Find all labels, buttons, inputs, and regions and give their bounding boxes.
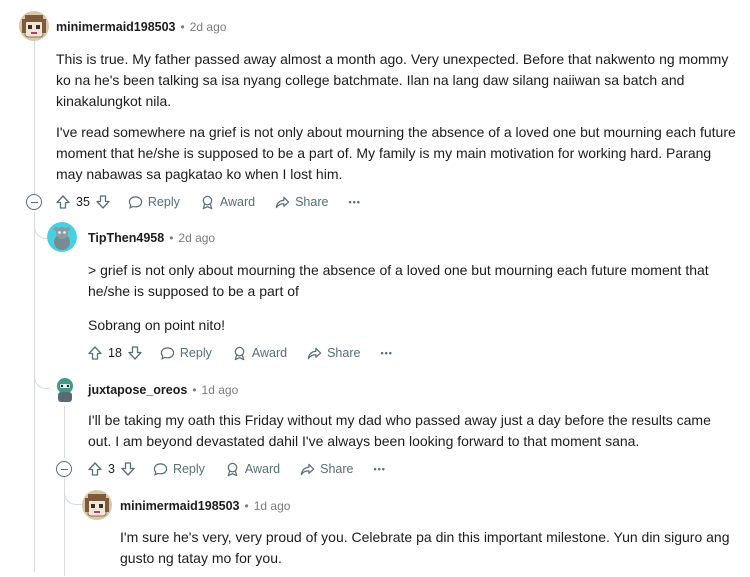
collapse-button[interactable]	[26, 194, 42, 210]
reply-icon	[128, 195, 143, 210]
more-options-button[interactable]: •••	[374, 464, 386, 474]
upvote-icon[interactable]	[88, 462, 102, 476]
username[interactable]: minimermaid198503	[56, 20, 176, 34]
avatar[interactable]	[47, 222, 77, 252]
share-icon	[300, 462, 315, 477]
reply-icon	[153, 462, 168, 477]
comment-body: I'll be taking my oath this Friday witho…	[88, 410, 738, 452]
separator-dot: •	[244, 499, 249, 513]
comment-paragraph: > grief is not only about mourning the a…	[88, 262, 709, 299]
award-icon	[232, 346, 247, 361]
timestamp[interactable]: 1d ago	[254, 499, 291, 513]
username[interactable]: TipThen4958	[88, 231, 164, 245]
reply-label: Reply	[179, 346, 212, 360]
comment-paragraph: This is true. My father passed away almo…	[56, 51, 729, 109]
more-icon: •••	[380, 348, 393, 358]
more-icon: •••	[373, 464, 386, 474]
comment-paragraph: I've read somewhere na grief is not only…	[56, 124, 736, 182]
vote-controls: 3	[88, 462, 135, 476]
award-label: Award	[251, 346, 288, 360]
award-label: Award	[219, 195, 256, 209]
reply-label: Reply	[172, 462, 205, 476]
upvote-icon[interactable]	[88, 346, 102, 360]
more-options-button[interactable]: •••	[380, 348, 392, 358]
share-label: Share	[327, 346, 361, 360]
reply-label: Reply	[147, 195, 180, 209]
avatar[interactable]	[19, 11, 49, 41]
more-icon: •••	[348, 197, 361, 207]
share-button[interactable]: Share	[300, 462, 354, 477]
award-icon	[200, 195, 215, 210]
award-button[interactable]: Award	[232, 346, 287, 361]
comment-body: > grief is not only about mourning the a…	[88, 260, 733, 336]
collapse-button[interactable]	[56, 461, 72, 477]
comment-actions: 35 Reply Award Share •••	[56, 191, 381, 213]
timestamp[interactable]: 1d ago	[202, 383, 239, 397]
reply-button[interactable]: Reply	[160, 346, 212, 361]
share-icon	[307, 346, 322, 361]
vote-controls: 35	[56, 195, 110, 209]
reply-button[interactable]: Reply	[128, 195, 180, 210]
downvote-icon[interactable]	[128, 346, 142, 360]
award-button[interactable]: Award	[200, 195, 255, 210]
share-button[interactable]: Share	[307, 346, 360, 361]
reply-icon	[160, 346, 175, 361]
vote-count: 35	[76, 195, 90, 209]
downvote-icon[interactable]	[96, 195, 110, 209]
comment-paragraph: Sobrang on point nito!	[88, 317, 225, 333]
username[interactable]: juxtapose_oreos	[88, 383, 187, 397]
share-label: Share	[295, 195, 329, 209]
timestamp[interactable]: 2d ago	[178, 231, 215, 245]
vote-count: 3	[108, 462, 115, 476]
separator-dot: •	[180, 20, 185, 34]
share-button[interactable]: Share	[275, 195, 328, 210]
separator-dot: •	[192, 383, 197, 397]
vote-count: 18	[108, 346, 122, 360]
share-icon	[275, 195, 290, 210]
reply-button[interactable]: Reply	[153, 462, 205, 477]
upvote-icon[interactable]	[56, 195, 70, 209]
comment-actions: 3 Reply Award Share •••	[88, 458, 406, 480]
comment-paragraph: I'm sure he's very, very proud of you. C…	[120, 529, 730, 566]
avatar[interactable]	[82, 490, 112, 520]
vote-controls: 18	[88, 346, 142, 360]
award-label: Award	[244, 462, 281, 476]
downvote-icon[interactable]	[121, 462, 135, 476]
timestamp[interactable]: 2d ago	[190, 20, 227, 34]
comment-paragraph: I'll be taking my oath this Friday witho…	[88, 412, 711, 449]
username[interactable]: minimermaid198503	[120, 499, 240, 513]
comment-body: This is true. My father passed away almo…	[56, 49, 736, 185]
more-options-button[interactable]: •••	[348, 197, 360, 207]
separator-dot: •	[169, 231, 174, 245]
avatar[interactable]	[50, 374, 80, 404]
share-label: Share	[320, 462, 354, 476]
comment-actions: 18 Reply Award Share •••	[88, 342, 413, 364]
award-icon	[225, 462, 240, 477]
comment-body: I'm sure he's very, very proud of you. C…	[120, 527, 735, 569]
award-button[interactable]: Award	[225, 462, 280, 477]
